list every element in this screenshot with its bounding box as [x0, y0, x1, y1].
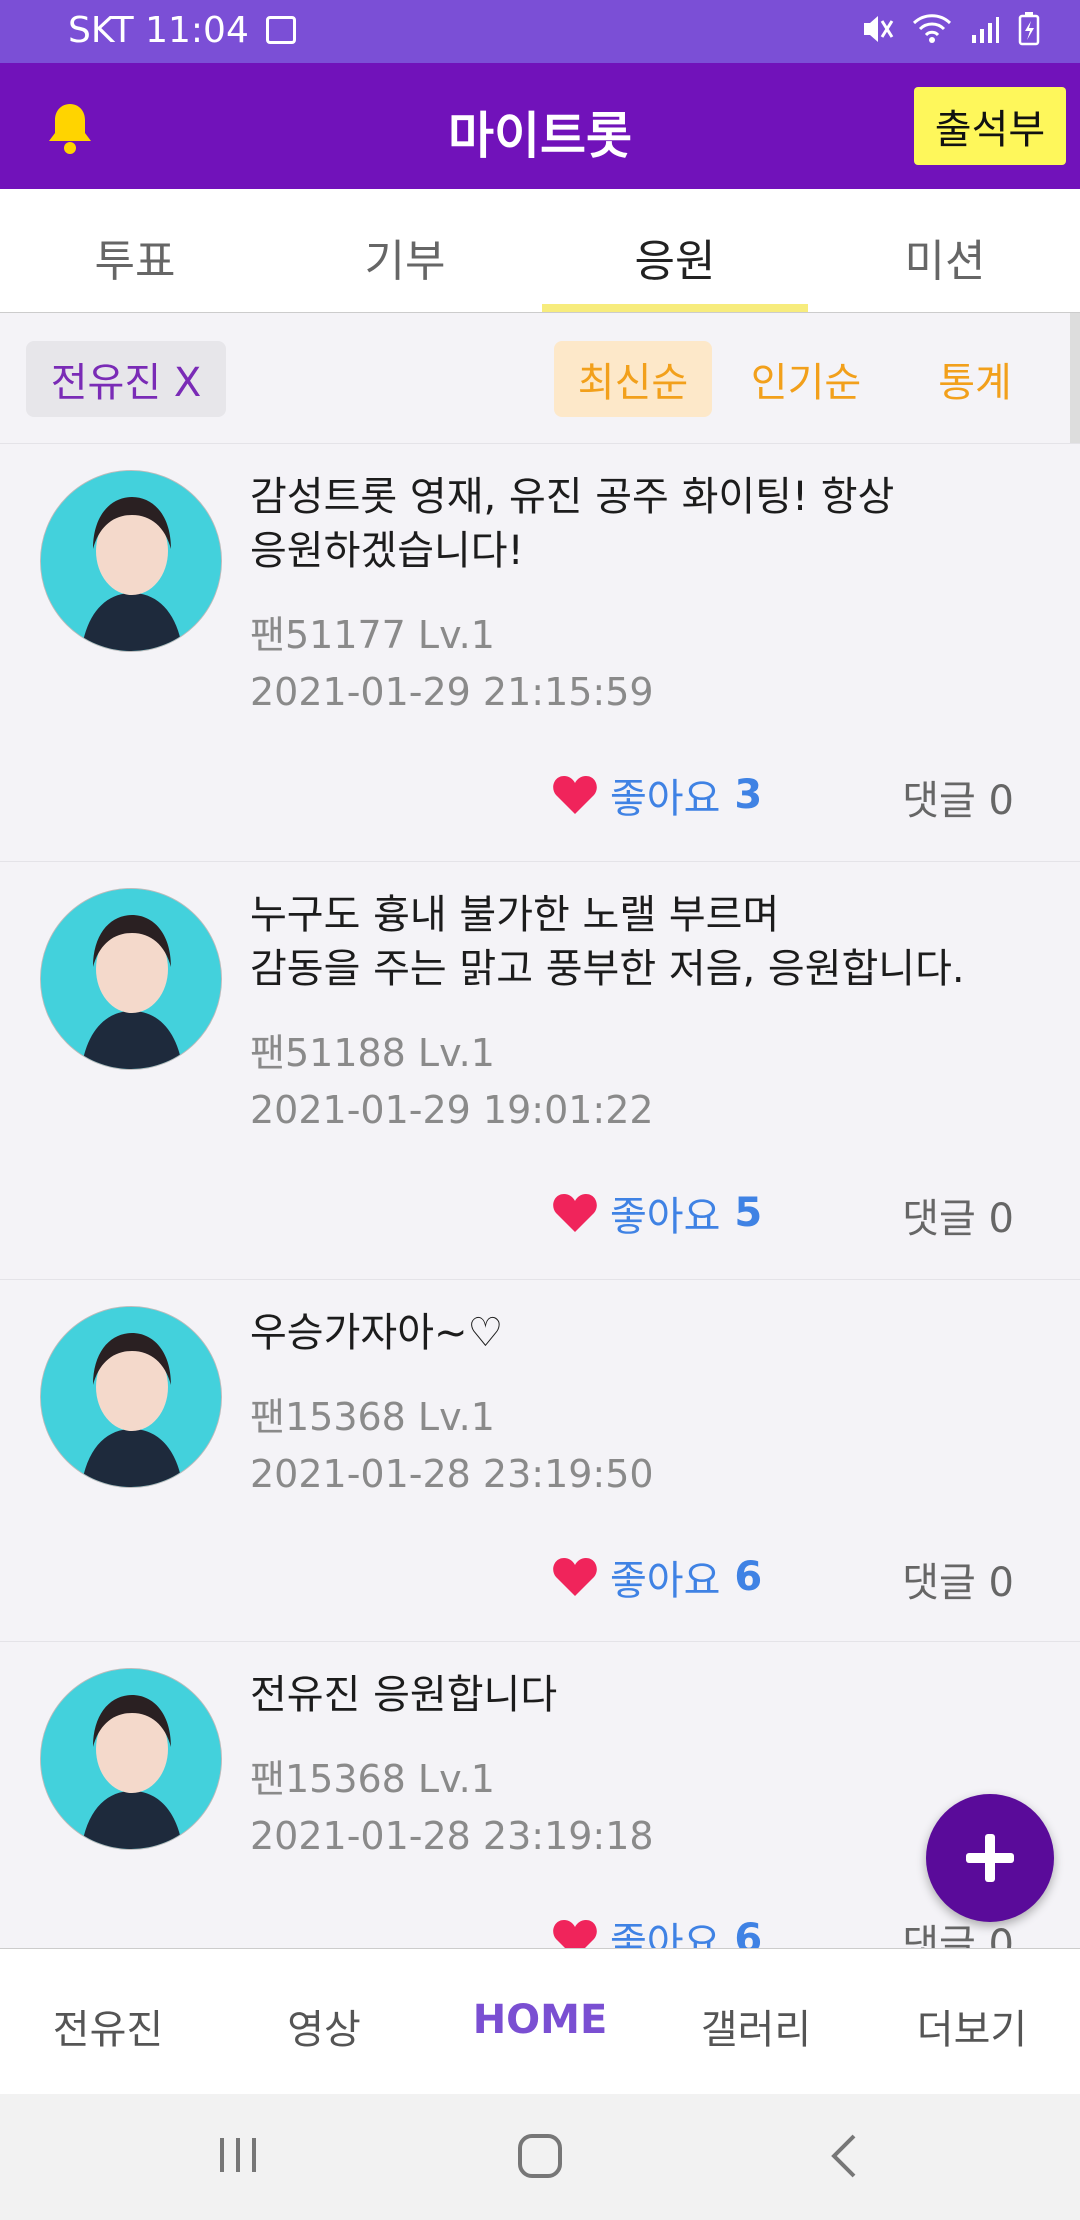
post-date: 2021-01-28 23:19:50 [250, 1452, 654, 1496]
like-count: 6 [734, 1554, 763, 1600]
nav-video[interactable]: 영상 [216, 1949, 432, 2094]
wifi-icon [912, 14, 952, 43]
like-button[interactable]: 좋아요 3 [552, 766, 762, 824]
avatar [40, 1306, 222, 1488]
status-time: SKT 11:04 [68, 10, 249, 51]
post-text-line: 응원하겠습니다! [250, 528, 524, 574]
post-author: 팬51177 Lv.1 [250, 613, 495, 657]
like-label: 좋아요 [610, 1194, 721, 1240]
like-button[interactable]: 좋아요 6 [552, 1548, 762, 1606]
post-author: 팬51188 Lv.1 [250, 1031, 495, 1075]
sort-latest-button[interactable]: 최신순 [554, 341, 712, 417]
post-date: 2021-01-29 19:01:22 [250, 1088, 654, 1132]
nav-artist[interactable]: 전유진 [0, 1949, 216, 2094]
add-post-button[interactable] [926, 1794, 1054, 1922]
like-count: 5 [734, 1190, 763, 1236]
list-item[interactable]: 누구도 흉내 불가한 노랠 부르며 감동을 주는 맑고 풍부한 저음, 응원합니… [0, 861, 1080, 1279]
home-icon[interactable] [516, 2132, 564, 2180]
tab-mission[interactable]: 미션 [810, 189, 1080, 312]
gallery-notification-icon [266, 16, 296, 44]
recent-apps-icon[interactable] [216, 2132, 260, 2178]
post-list[interactable]: 감성트롯 영재, 유진 공주 화이팅! 항상 응원하겠습니다! 팬51177 L… [0, 443, 1080, 1948]
status-bar: SKT 11:04 [0, 0, 1080, 63]
artist-filter-chip[interactable]: 전유진 X [26, 341, 226, 417]
like-label: 좋아요 [610, 1920, 721, 1948]
sort-popular-button[interactable]: 인기순 [732, 341, 880, 417]
avatar [40, 470, 222, 652]
comment-button[interactable]: 댓글 0 [902, 1550, 1014, 1608]
like-count: 6 [734, 1916, 763, 1948]
post-text: 누구도 흉내 불가한 노랠 부르며 감동을 주는 맑고 풍부한 저음, 응원합니… [250, 888, 1050, 996]
post-date: 2021-01-29 21:15:59 [250, 670, 654, 714]
comment-button[interactable]: 댓글 0 [902, 768, 1014, 826]
stats-button[interactable]: 통계 [910, 341, 1040, 417]
signal-icon [972, 17, 999, 43]
tab-bar: 투표 기부 응원 미션 [0, 189, 1080, 313]
like-label: 좋아요 [610, 776, 721, 822]
nav-more[interactable]: 더보기 [864, 1949, 1080, 2094]
post-text: 우승가자아~♡ [250, 1306, 1050, 1360]
post-text: 전유진 응원합니다 [250, 1668, 1050, 1722]
post-date: 2021-01-28 23:19:18 [250, 1814, 654, 1858]
heart-icon [553, 1194, 597, 1232]
nav-gallery[interactable]: 갤러리 [648, 1949, 864, 2094]
tab-donate[interactable]: 기부 [270, 189, 540, 312]
like-label: 좋아요 [610, 1558, 721, 1604]
list-item[interactable]: 감성트롯 영재, 유진 공주 화이팅! 항상 응원하겠습니다! 팬51177 L… [0, 443, 1080, 861]
post-text-line: 감동을 주는 맑고 풍부한 저음, 응원합니다. [250, 946, 965, 992]
post-text-line: 우승가자아~♡ [250, 1310, 504, 1356]
tab-vote[interactable]: 투표 [0, 189, 270, 312]
status-icons [860, 12, 1040, 46]
post-author: 팬15368 Lv.1 [250, 1395, 495, 1439]
app-bar: 마이트롯 출석부 [0, 63, 1080, 189]
like-button[interactable]: 좋아요 5 [552, 1184, 762, 1242]
bottom-nav: 전유진 영상 HOME 갤러리 더보기 [0, 1948, 1080, 2094]
back-icon[interactable] [826, 2132, 862, 2180]
battery-charging-icon [1018, 12, 1040, 46]
post-text: 감성트롯 영재, 유진 공주 화이팅! 항상 응원하겠습니다! [250, 470, 1050, 578]
heart-icon [553, 1558, 597, 1596]
list-item[interactable]: 우승가자아~♡ 팬15368 Lv.1 2021-01-28 23:19:50 … [0, 1279, 1080, 1641]
heart-icon [553, 1920, 597, 1948]
post-text-line: 감성트롯 영재, 유진 공주 화이팅! 항상 [250, 474, 895, 520]
like-count: 3 [734, 772, 763, 818]
list-item[interactable]: 전유진 응원합니다 팬15368 Lv.1 2021-01-28 23:19:1… [0, 1641, 1080, 1948]
plus-icon [966, 1834, 1014, 1882]
heart-icon [553, 776, 597, 814]
avatar [40, 1668, 222, 1850]
tab-cheer[interactable]: 응원 [540, 189, 810, 312]
post-text-line: 누구도 흉내 불가한 노랠 부르며 [250, 892, 780, 938]
comment-button[interactable]: 댓글 0 [902, 1186, 1014, 1244]
filter-row: 전유진 X 최신순 인기순 통계 [0, 313, 1080, 443]
avatar [40, 888, 222, 1070]
like-button[interactable]: 좋아요 6 [552, 1910, 762, 1948]
mute-icon [864, 16, 894, 42]
attendance-button[interactable]: 출석부 [914, 87, 1066, 165]
nav-home[interactable]: HOME [432, 1949, 648, 2094]
post-author: 팬15368 Lv.1 [250, 1757, 495, 1801]
post-text-line: 전유진 응원합니다 [250, 1672, 558, 1718]
system-nav-bar [0, 2094, 1080, 2220]
